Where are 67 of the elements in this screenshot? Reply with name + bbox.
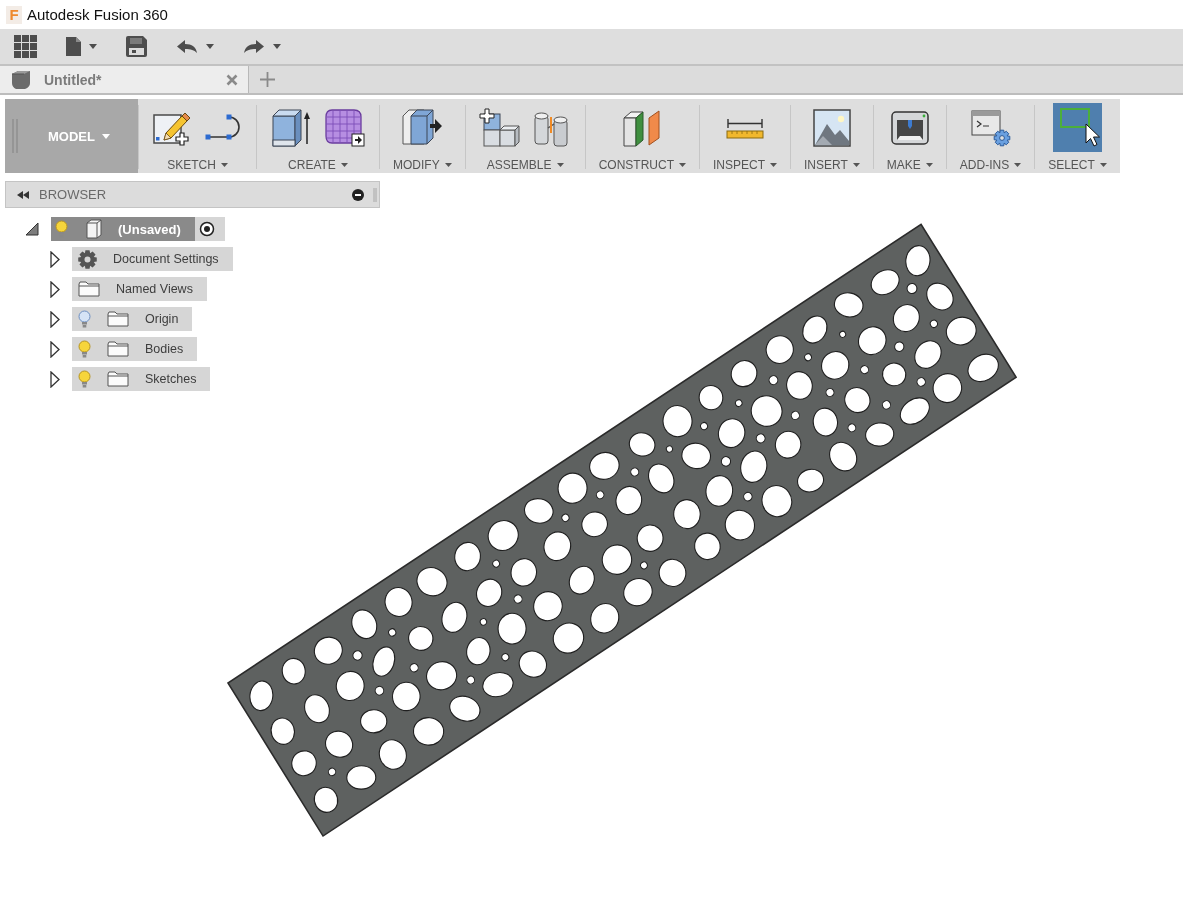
undo-icon: [176, 39, 198, 54]
box-arrow-icon[interactable]: [400, 107, 445, 148]
caret-icon: [220, 163, 228, 167]
caret-icon: [444, 163, 452, 167]
toolbar-menu-button[interactable]: INSERT: [804, 158, 860, 172]
caret-icon: [556, 163, 564, 167]
toolbar-menu-button[interactable]: MAKE: [886, 158, 933, 172]
gear-icon: [78, 249, 97, 269]
radio-icon[interactable]: [194, 217, 225, 241]
triangle-icon[interactable]: [25, 222, 39, 236]
triangle-icon[interactable]: [50, 340, 60, 358]
tree-item[interactable]: Document Settings: [72, 247, 233, 271]
folder-icon: [107, 311, 129, 327]
tree-item[interactable]: Origin: [72, 307, 193, 331]
caret-icon: [1014, 163, 1022, 167]
toolbar-menu-button[interactable]: ASSEMBLE: [486, 158, 564, 172]
lightbulb-icon[interactable]: [78, 310, 91, 328]
arc-line-icon[interactable]: [203, 112, 243, 143]
toolbar-menu-button[interactable]: SKETCH: [167, 158, 228, 172]
plus-icon[interactable]: [260, 72, 275, 87]
triangle-icon[interactable]: [50, 280, 60, 298]
panel-title: BROWSER: [39, 187, 107, 202]
folder-icon: [107, 371, 129, 387]
rewind-icon[interactable]: [17, 190, 29, 199]
folder-icon: [78, 281, 100, 297]
grid-icon: [14, 35, 37, 58]
extrude-box-icon[interactable]: [270, 107, 312, 148]
tree-item[interactable]: Named Views: [72, 277, 207, 301]
cubes-plus-icon[interactable]: [478, 107, 520, 148]
caret-icon: [852, 163, 860, 167]
caret-icon: [206, 44, 214, 49]
tree-item[interactable]: (Unsaved): [51, 217, 195, 241]
triangle-icon[interactable]: [50, 370, 60, 388]
caret-icon: [101, 133, 110, 139]
selection-cursor-icon[interactable]: [1053, 103, 1102, 152]
close-icon[interactable]: [226, 73, 238, 86]
minus-circle-icon[interactable]: [352, 188, 364, 201]
tree-item[interactable]: Sketches: [72, 367, 211, 391]
caret-icon: [273, 44, 281, 49]
ruler-icon[interactable]: [725, 116, 765, 139]
window-title: Autodesk Fusion 360: [27, 6, 168, 23]
mesh-cube-icon[interactable]: [324, 107, 366, 148]
toolbar-menu-button[interactable]: SELECT: [1048, 158, 1107, 172]
toolbar-menu-button[interactable]: CONSTRUCT: [598, 158, 686, 172]
folder-icon: [107, 341, 129, 357]
toolbar-menu-button[interactable]: MODIFY: [393, 158, 452, 172]
toolbar-menu-button[interactable]: CREATE: [288, 158, 348, 172]
cube-icon: [84, 219, 102, 239]
document-icon: [66, 37, 81, 56]
mountain-picture-icon[interactable]: [812, 108, 851, 147]
caret-icon: [340, 163, 348, 167]
cube-icon: [11, 69, 31, 90]
script-gear-icon[interactable]: [970, 108, 1011, 147]
toolbar-menu-button[interactable]: INSPECT: [713, 158, 777, 172]
caret-icon: [1099, 163, 1107, 167]
caret-icon: [89, 44, 97, 49]
caret-icon: [770, 163, 777, 167]
caret-icon: [925, 163, 933, 167]
tree-item[interactable]: Bodies: [72, 337, 198, 361]
document-tab[interactable]: Untitled*: [0, 66, 249, 93]
printer-icon[interactable]: [890, 108, 929, 147]
triangle-icon[interactable]: [50, 310, 60, 328]
caret-icon: [679, 163, 686, 167]
triangle-icon[interactable]: [50, 250, 60, 268]
app-logo: F: [6, 5, 22, 24]
redo-icon: [243, 39, 265, 54]
toolbar-menu-button[interactable]: ADD-INS: [959, 158, 1022, 172]
